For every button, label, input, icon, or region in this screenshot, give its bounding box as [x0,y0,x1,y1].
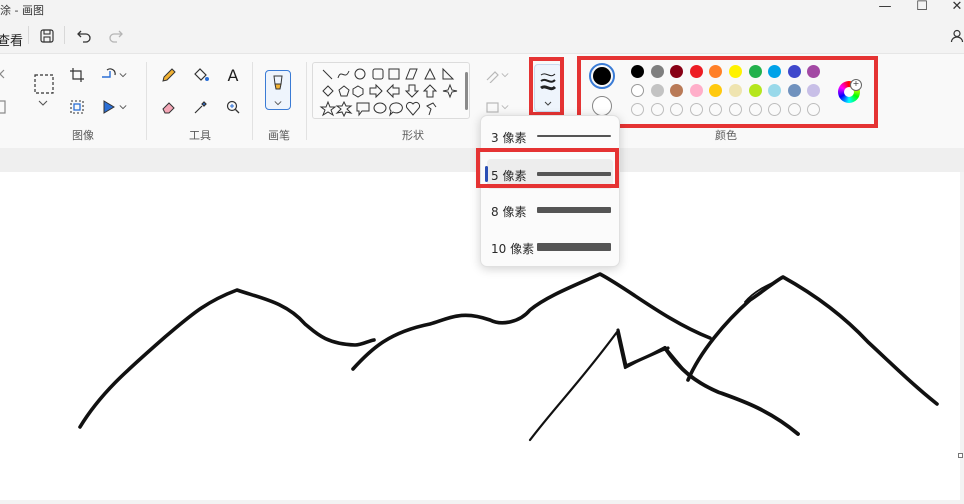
custom-color-slot[interactable] [670,103,684,116]
plus-icon: + [850,79,862,91]
clipboard-icon[interactable] [0,64,12,86]
menu-separator [28,26,29,44]
magnifier-icon[interactable] [222,96,244,118]
secondary-color-swatch[interactable] [592,96,612,116]
group-label-shapes: 形状 [402,129,424,142]
palette-color-swatch[interactable] [807,84,821,97]
ribbon-separator [252,62,253,140]
redo-icon[interactable] [105,26,127,46]
custom-color-slot[interactable] [807,103,821,116]
palette-color-swatch[interactable] [650,65,664,78]
palette-color-swatch[interactable] [689,65,703,78]
custom-color-slot[interactable] [709,103,723,116]
minimize-button[interactable]: — [873,0,897,16]
stroke-size-dropdown: 3 像素 5 像素 8 像素 10 像素 [480,115,620,267]
palette-color-swatch[interactable] [631,65,644,78]
palette-color-swatch[interactable] [768,65,782,78]
custom-color-slot[interactable] [768,103,782,116]
custom-color-slot[interactable] [787,103,801,116]
crop-icon[interactable] [66,64,88,86]
ribbon-separator [146,62,147,140]
palette-color-swatch[interactable] [729,84,742,97]
eraser-icon[interactable] [158,96,180,118]
palette-color-swatch[interactable] [689,84,703,97]
group-label-colors: 颜色 [715,129,737,142]
title-bar: 涂 - 画图 — ☐ ✕ [0,0,964,20]
close-button[interactable]: ✕ [945,0,964,16]
palette-color-swatch[interactable] [787,65,801,78]
save-icon[interactable] [36,26,58,46]
custom-color-slot[interactable] [748,103,762,116]
palette-color-swatch[interactable] [709,84,723,97]
menu-bar: 查看 [0,22,964,50]
palette-color-swatch[interactable] [787,84,801,97]
primary-color-slot[interactable] [589,63,615,89]
shapes-gallery-glyphs [319,67,458,118]
palette-color-swatch[interactable] [631,84,644,97]
text-tool-icon[interactable]: A [222,64,244,86]
resize-icon[interactable] [66,96,88,118]
flip-chevron-down-icon[interactable] [116,96,130,118]
stroke-option-label: 10 像素 [491,242,535,256]
palette-color-swatch[interactable] [807,65,821,78]
custom-color-slot[interactable] [631,103,644,116]
canvas-resize-handle[interactable] [958,453,963,458]
group-label-tools: 工具 [189,129,211,142]
stroke-option-label: 8 像素 [491,205,527,219]
color-picker-icon[interactable] [190,96,212,118]
account-icon[interactable] [950,26,964,46]
fill-icon[interactable] [190,64,212,86]
palette-color-swatch[interactable] [670,84,684,97]
brushes-chevron-down-icon[interactable] [267,98,289,108]
rotate-chevron-down-icon[interactable] [116,64,130,86]
group-label-image: 图像 [72,129,94,142]
color-palette [631,65,827,119]
menu-separator [64,26,65,44]
primary-color-swatch [593,67,611,85]
selected-stroke-highlight [476,148,619,188]
undo-icon[interactable] [73,26,95,46]
custom-color-slot[interactable] [650,103,664,116]
group-label-brushes: 画笔 [268,129,290,142]
stroke-option-label: 3 像素 [491,131,527,145]
stroke-preview-line [537,207,611,213]
stroke-button-highlight [529,57,564,116]
ribbon-separator [306,62,307,140]
paste-icon[interactable] [0,96,12,118]
palette-color-swatch[interactable] [748,65,762,78]
pencil-icon[interactable] [158,64,180,86]
palette-color-swatch[interactable] [650,84,664,97]
outline-chevron-down-icon[interactable] [498,64,512,86]
custom-color-slot[interactable] [729,103,742,116]
shapes-scrollbar[interactable] [465,72,468,110]
palette-color-swatch[interactable] [768,84,782,97]
stroke-preview-line [537,243,611,251]
select-chevron-down-icon[interactable] [33,96,53,110]
palette-color-swatch[interactable] [729,65,742,78]
stroke-option-3[interactable]: 3 像素 [487,122,613,150]
shapes-gallery[interactable] [312,62,470,119]
maximize-button[interactable]: ☐ [910,0,934,16]
window-title: 涂 - 画图 [0,4,44,17]
edit-colors-button[interactable]: + [838,79,862,103]
stroke-preview-line [537,135,611,137]
stroke-option-8[interactable]: 8 像素 [487,196,613,224]
select-icon[interactable] [32,72,56,96]
menu-view[interactable]: 查看 [0,30,23,49]
palette-color-swatch[interactable] [670,65,684,78]
stroke-option-10[interactable]: 10 像素 [487,233,613,261]
custom-color-slot[interactable] [689,103,703,116]
palette-color-swatch[interactable] [748,84,762,97]
palette-color-swatch[interactable] [709,65,723,78]
